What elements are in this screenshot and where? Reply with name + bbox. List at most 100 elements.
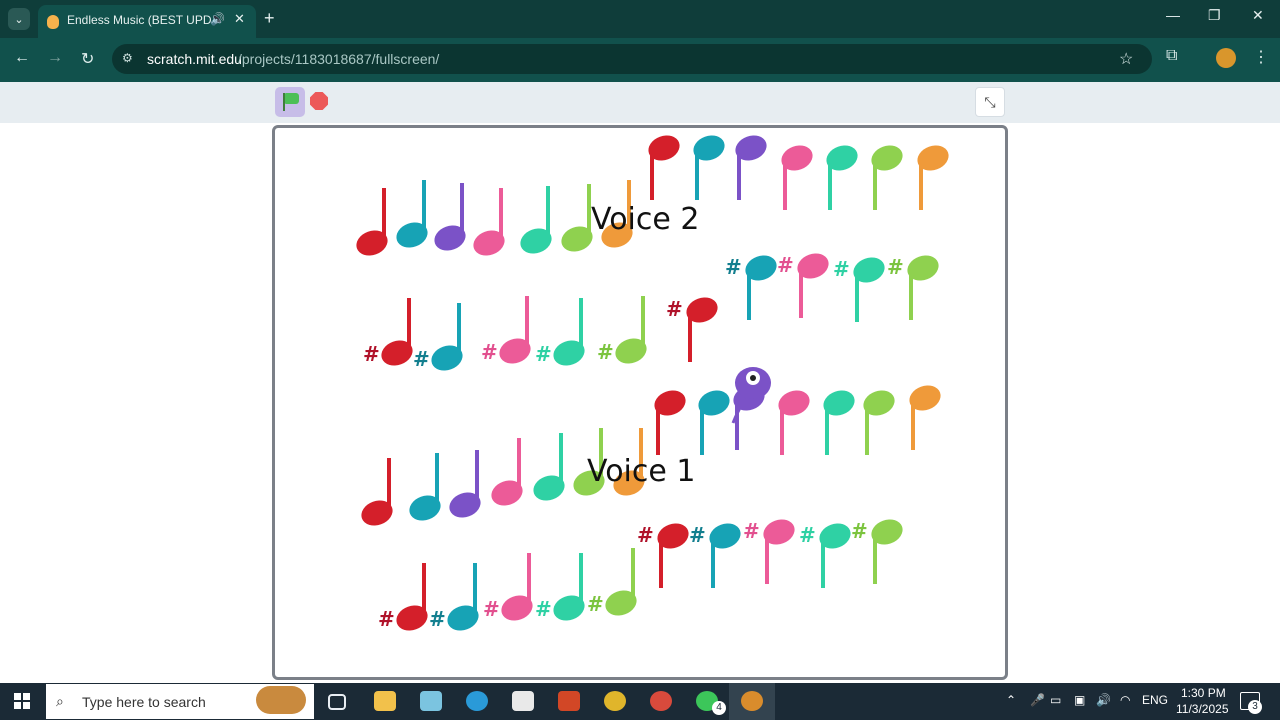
- note-mint: [826, 145, 858, 210]
- windows-start-icon[interactable]: [14, 693, 30, 709]
- note-stem: [711, 536, 715, 588]
- tab-title: Endless Music (BEST UPDATE): [67, 13, 217, 27]
- green-flag-button[interactable]: [275, 87, 305, 117]
- windows-taskbar: ⌕ Type here to search 4 ⌃ 🎤 ▭ ▣ 🔊 ◠ ENG …: [0, 683, 1280, 720]
- note-teal: [693, 135, 725, 200]
- reload-icon[interactable]: ↻: [81, 49, 94, 69]
- extensions-icon[interactable]: ⧉: [1166, 47, 1177, 65]
- sharp-note-green: #: [587, 548, 637, 616]
- back-icon[interactable]: ←: [14, 49, 30, 67]
- audio-icon[interactable]: 🔊: [210, 12, 225, 26]
- sharp-symbol: #: [743, 519, 760, 543]
- tray-overflow-icon[interactable]: ⌃: [1006, 693, 1016, 707]
- note-teal: [409, 453, 441, 521]
- note-stem: [688, 310, 692, 362]
- microphone-icon[interactable]: 🎤: [1030, 693, 1045, 707]
- sharp-note-green: #: [851, 519, 903, 584]
- note-mint: [520, 186, 552, 254]
- note-orange: [917, 145, 949, 210]
- volume-icon[interactable]: 🔊: [1096, 693, 1111, 707]
- sharp-note-red: #: [637, 523, 689, 588]
- window-minimize-button[interactable]: —: [1166, 7, 1180, 23]
- sharp-note-mint: #: [833, 257, 885, 322]
- note-stem: [825, 403, 829, 455]
- sharp-symbol: #: [799, 523, 816, 547]
- taskbar-search-box[interactable]: ⌕ Type here to search: [46, 684, 314, 719]
- note-stem: [828, 158, 832, 210]
- clock-time[interactable]: 1:30 PM: [1181, 686, 1226, 700]
- tab-close-button[interactable]: ✕: [234, 11, 245, 27]
- note-stem: [765, 532, 769, 584]
- exit-fullscreen-button[interactable]: ⤡: [975, 87, 1005, 117]
- tab-search-icon[interactable]: ⌄: [8, 8, 30, 30]
- powerpoint-icon[interactable]: [558, 691, 580, 711]
- sharp-note-teal: #: [689, 523, 741, 588]
- site-info-icon[interactable]: ⚙: [122, 51, 133, 65]
- tab-endless-music[interactable]: Endless Music (BEST UPDATE) 🔊 ✕: [38, 5, 256, 38]
- star-icon[interactable]: ☆: [1119, 49, 1133, 69]
- chrome-profile-icon[interactable]: [650, 691, 672, 711]
- note-purple: [735, 135, 767, 200]
- note-stem: [737, 148, 741, 200]
- sharp-symbol: #: [363, 342, 380, 366]
- sharp-note-pink: #: [777, 253, 829, 318]
- window-restore-button[interactable]: ❐: [1208, 7, 1221, 24]
- forward-icon[interactable]: →: [47, 49, 63, 67]
- sharp-symbol: #: [725, 255, 742, 279]
- note-stem: [865, 403, 869, 455]
- profile-avatar[interactable]: [1216, 48, 1236, 68]
- address-bar[interactable]: ⚙ scratch.mit.edu /projects/1183018687/f…: [112, 44, 1152, 74]
- sharp-symbol: #: [689, 523, 706, 547]
- note-stem: [735, 398, 739, 450]
- note-red: [654, 390, 686, 455]
- sharp-note-mint: #: [799, 523, 851, 588]
- sharp-note-green: #: [887, 255, 939, 320]
- notification-badge: 3: [1248, 700, 1262, 714]
- task-view-icon[interactable]: [328, 694, 346, 710]
- green-flag-cloth: [285, 93, 299, 104]
- microsoft-store-icon[interactable]: [512, 691, 534, 711]
- scratch-stage[interactable]: # # # # # # # # # # # # # # # # # # # # Voice 2 Voice 1: [272, 125, 1008, 680]
- note-stem: [783, 158, 787, 210]
- wifi-icon[interactable]: ◠: [1120, 693, 1130, 707]
- language-indicator[interactable]: ENG: [1142, 693, 1168, 707]
- stop-button[interactable]: [310, 92, 328, 110]
- note-stem: [873, 532, 877, 584]
- sharp-symbol: #: [597, 340, 614, 364]
- search-highlight-icon[interactable]: [256, 686, 306, 714]
- battery-icon[interactable]: ▭: [1050, 693, 1061, 707]
- active-chrome-taskbar-button[interactable]: [729, 683, 775, 720]
- file-explorer-icon[interactable]: [374, 691, 396, 711]
- notepad-icon[interactable]: [420, 691, 442, 711]
- note-purple: [449, 450, 481, 518]
- clock-date[interactable]: 11/3/2025: [1176, 702, 1229, 716]
- note-stem: [919, 158, 923, 210]
- note-purple: [434, 183, 466, 251]
- sharp-symbol: #: [777, 253, 794, 277]
- window-close-button[interactable]: ✕: [1252, 7, 1264, 24]
- note-stem: [659, 536, 663, 588]
- note-mint: [823, 390, 855, 455]
- note-pink: [781, 145, 813, 210]
- edge-icon[interactable]: [466, 691, 488, 711]
- note-stem: [855, 270, 859, 322]
- note-green: [871, 145, 903, 210]
- note-stem: [821, 536, 825, 588]
- sharp-symbol: #: [535, 342, 552, 366]
- note-red: [356, 188, 388, 256]
- sharp-note-red: #: [363, 298, 413, 366]
- sharp-note-pink: #: [481, 296, 531, 364]
- sharp-symbol: #: [535, 597, 552, 621]
- sharp-note-pink: #: [483, 553, 533, 621]
- meet-now-icon[interactable]: ▣: [1074, 693, 1085, 707]
- sharp-note-mint: #: [535, 553, 585, 621]
- sharp-note-green: #: [597, 296, 647, 364]
- chrome-icon[interactable]: [604, 691, 626, 711]
- menu-icon[interactable]: ⋮: [1253, 47, 1269, 67]
- chrome-active-icon: [741, 691, 763, 711]
- sharp-symbol: #: [481, 340, 498, 364]
- new-tab-button[interactable]: +: [264, 8, 275, 28]
- voice-1-label: Voice 1: [587, 454, 696, 489]
- sharp-note-red: #: [378, 563, 428, 631]
- note-mint: [533, 433, 565, 501]
